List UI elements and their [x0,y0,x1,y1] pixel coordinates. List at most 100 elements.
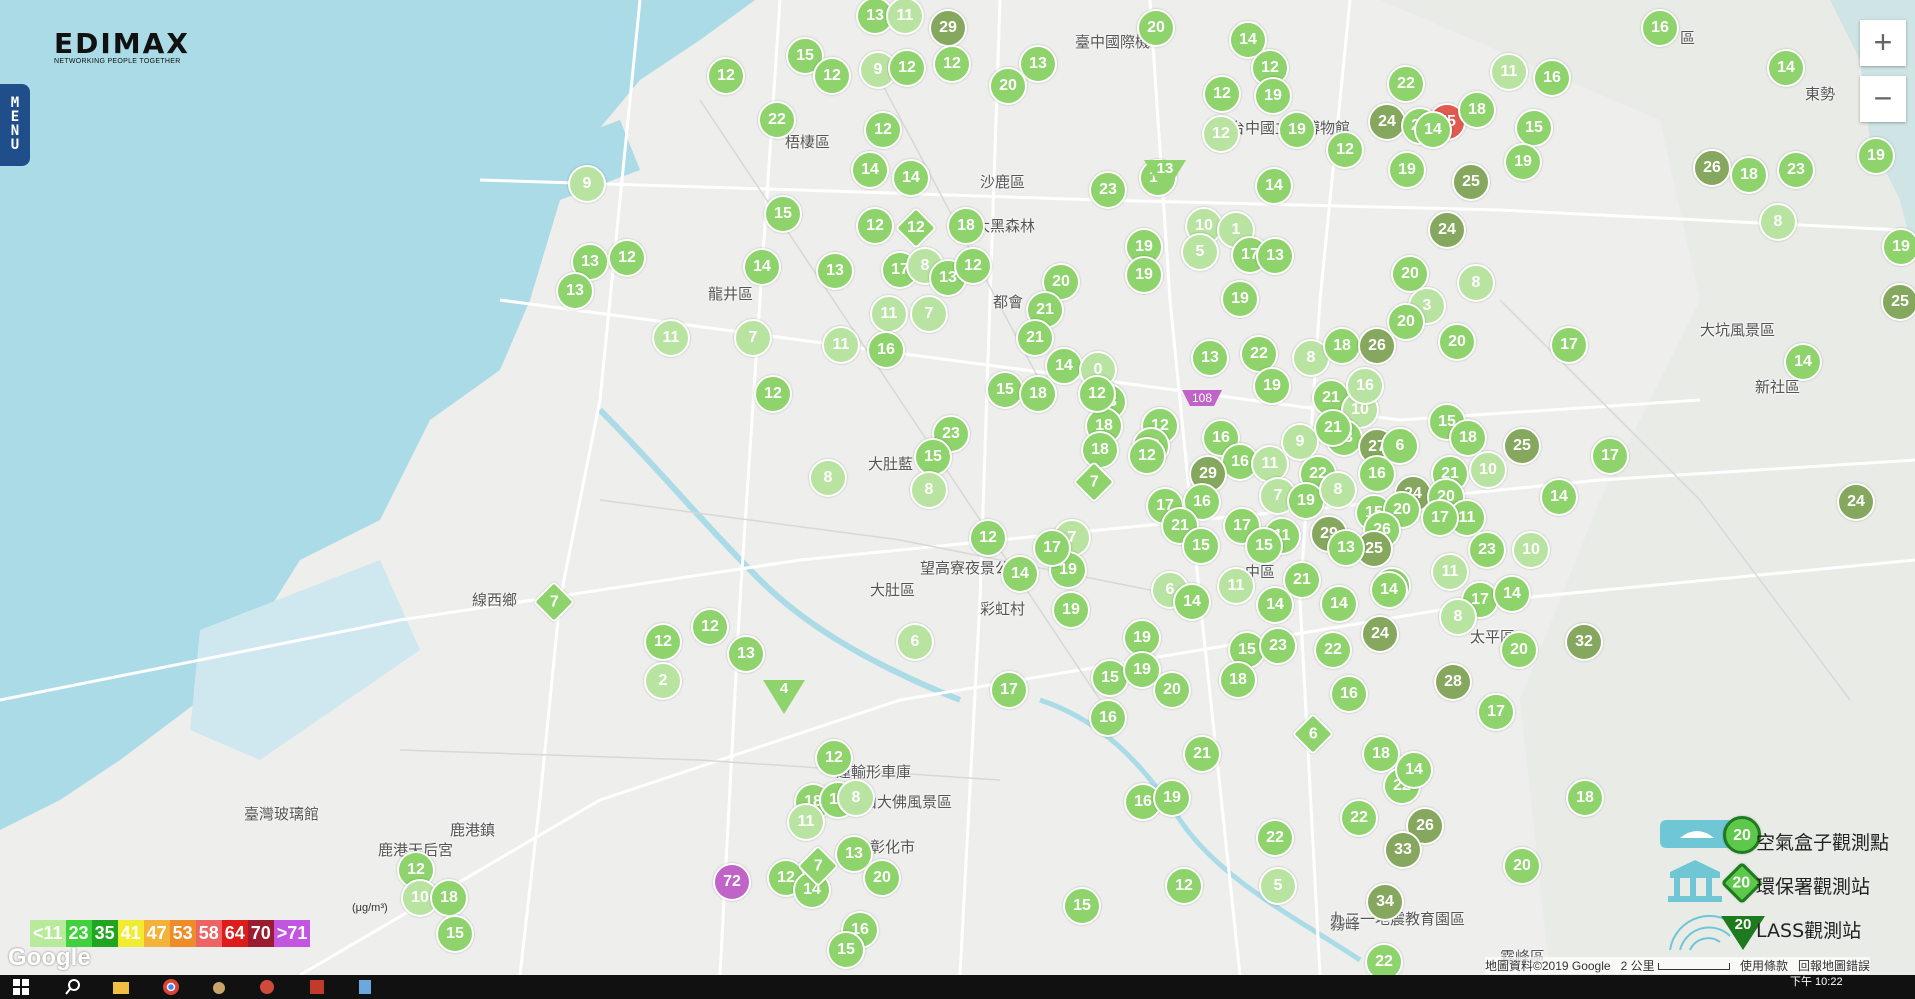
airbox-marker[interactable]: 5 [1259,867,1297,905]
airbox-marker[interactable]: 19 [1882,228,1915,266]
airbox-marker[interactable]: 15 [764,195,802,233]
airbox-marker[interactable]: 18 [947,207,985,245]
airbox-marker[interactable]: 15 [827,931,865,969]
airbox-marker[interactable]: 21 [1183,735,1221,773]
airbox-marker[interactable]: 13 [816,252,854,290]
airbox-marker[interactable]: 12 [1203,75,1241,113]
airbox-marker[interactable]: 14 [1173,583,1211,621]
airbox-marker[interactable]: 12 [1326,131,1364,169]
airbox-marker[interactable]: 19 [1857,137,1895,175]
airbox-marker[interactable]: 22 [1340,799,1378,837]
app-icon-paint[interactable] [258,978,276,996]
airbox-marker[interactable]: 16 [1330,675,1368,713]
airbox-marker[interactable]: 14 [1320,585,1358,623]
airbox-marker[interactable]: 23 [1468,531,1506,569]
airbox-marker[interactable]: 5 [1181,233,1219,271]
search-icon[interactable] [64,978,82,996]
airbox-marker[interactable]: 10 [1469,451,1507,489]
app-icon-red[interactable] [308,978,326,996]
airbox-marker[interactable]: 12 [707,57,745,95]
airbox-marker[interactable]: 12 [933,45,971,83]
airbox-marker[interactable]: 12 [754,375,792,413]
airbox-marker[interactable]: 14 [1255,167,1293,205]
airbox-marker[interactable]: 21 [1016,319,1054,357]
airbox-marker[interactable]: 32 [1565,623,1603,661]
airbox-marker[interactable]: 16 [1641,9,1679,47]
airbox-marker[interactable]: 14 [892,159,930,197]
airbox-marker[interactable]: 72 [713,863,751,901]
airbox-marker[interactable]: 9 [568,165,606,203]
airbox-marker[interactable]: 16 [1533,59,1571,97]
airbox-marker[interactable]: 25 [1881,283,1915,321]
airbox-marker[interactable]: 18 [1081,431,1119,469]
airbox-marker[interactable]: 14 [743,248,781,286]
airbox-marker[interactable]: 19 [1052,591,1090,629]
airbox-marker[interactable]: 12 [856,207,894,245]
airbox-marker[interactable]: 20 [1438,323,1476,361]
airbox-marker[interactable]: 20 [1153,671,1191,709]
airbox-marker[interactable]: 13 [1256,237,1294,275]
airbox-marker[interactable]: 15 [1182,527,1220,565]
airbox-marker[interactable]: 19 [1125,256,1163,294]
airbox-marker[interactable]: 17 [1591,437,1629,475]
zoom-in-button[interactable]: + [1860,20,1906,66]
attribution-data[interactable]: 地圖資料©2019 Google [1485,959,1611,973]
airbox-marker[interactable]: 14 [1001,555,1039,593]
airbox-marker[interactable]: 16 [1089,699,1127,737]
airbox-marker[interactable]: 24 [1837,483,1875,521]
airbox-marker[interactable]: 11 [787,803,825,841]
file-explorer-icon[interactable] [112,978,130,996]
airbox-marker[interactable]: 19 [1388,151,1426,189]
airbox-marker[interactable]: 13 [1191,339,1229,377]
airbox-marker[interactable]: 12 [864,111,902,149]
airbox-marker[interactable]: 18 [1566,779,1604,817]
airbox-marker[interactable]: 19 [1278,111,1316,149]
airbox-marker[interactable]: 19 [1254,77,1292,115]
airbox-marker[interactable]: 25 [1503,427,1541,465]
airbox-marker[interactable]: 18 [1458,91,1496,129]
airbox-marker[interactable]: 11 [1490,53,1528,91]
airbox-marker[interactable]: 15 [1063,887,1101,925]
airbox-marker[interactable]: 28 [1434,663,1472,701]
terms-link[interactable]: 使用條款 [1740,959,1788,973]
airbox-marker[interactable]: 14 [1767,49,1805,87]
airbox-marker[interactable]: 20 [1500,631,1538,669]
airbox-marker[interactable]: 14 [1256,586,1294,624]
airbox-marker[interactable]: 19 [1221,280,1259,318]
map-canvas[interactable] [0,0,1915,975]
airbox-marker[interactable]: 12 [1202,115,1240,153]
airbox-marker[interactable]: 34 [1366,883,1404,921]
airbox-marker[interactable]: 16 [1346,367,1384,405]
airbox-marker[interactable]: 21 [1314,409,1352,447]
airbox-marker[interactable]: 22 [1314,631,1352,669]
airbox-marker[interactable]: 17 [1477,693,1515,731]
airbox-marker[interactable]: 12 [815,739,853,777]
airbox-marker[interactable]: 13 [1327,529,1365,567]
airbox-marker[interactable]: 17 [1550,326,1588,364]
airbox-marker[interactable]: 26 [1693,149,1731,187]
app-icon-rabbit[interactable] [210,978,228,996]
airbox-marker[interactable]: 18 [1730,156,1768,194]
taskbar-clock[interactable]: 下午 10:22 [1790,977,1843,988]
airbox-marker[interactable]: 18 [1219,661,1257,699]
airbox-marker[interactable]: 6 [896,623,934,661]
airbox-marker[interactable]: 20 [989,67,1027,105]
airbox-marker[interactable]: 15 [1515,109,1553,147]
airbox-marker[interactable]: 14 [1784,343,1822,381]
airbox-marker[interactable]: 14 [1395,751,1433,789]
airbox-marker[interactable]: 7 [910,295,948,333]
chrome-icon[interactable] [162,978,180,996]
airbox-marker[interactable]: 8 [1439,598,1477,636]
airbox-marker[interactable]: 14 [1540,478,1578,516]
airbox-marker[interactable]: 20 [863,859,901,897]
airbox-marker[interactable]: 16 [1358,455,1396,493]
airbox-marker[interactable]: 29 [929,9,967,47]
airbox-marker[interactable]: 24 [1428,211,1466,249]
airbox-marker[interactable]: 15 [914,438,952,476]
airbox-marker[interactable]: 12 [608,239,646,277]
airbox-marker[interactable]: 12 [1078,375,1116,413]
airbox-marker[interactable]: 23 [1259,627,1297,665]
edimax-logo[interactable]: EDIMAX NETWORKING PEOPLE TOGETHER [54,30,194,66]
airbox-marker[interactable]: 12 [1128,437,1166,475]
airbox-marker[interactable]: 15 [1245,527,1283,565]
